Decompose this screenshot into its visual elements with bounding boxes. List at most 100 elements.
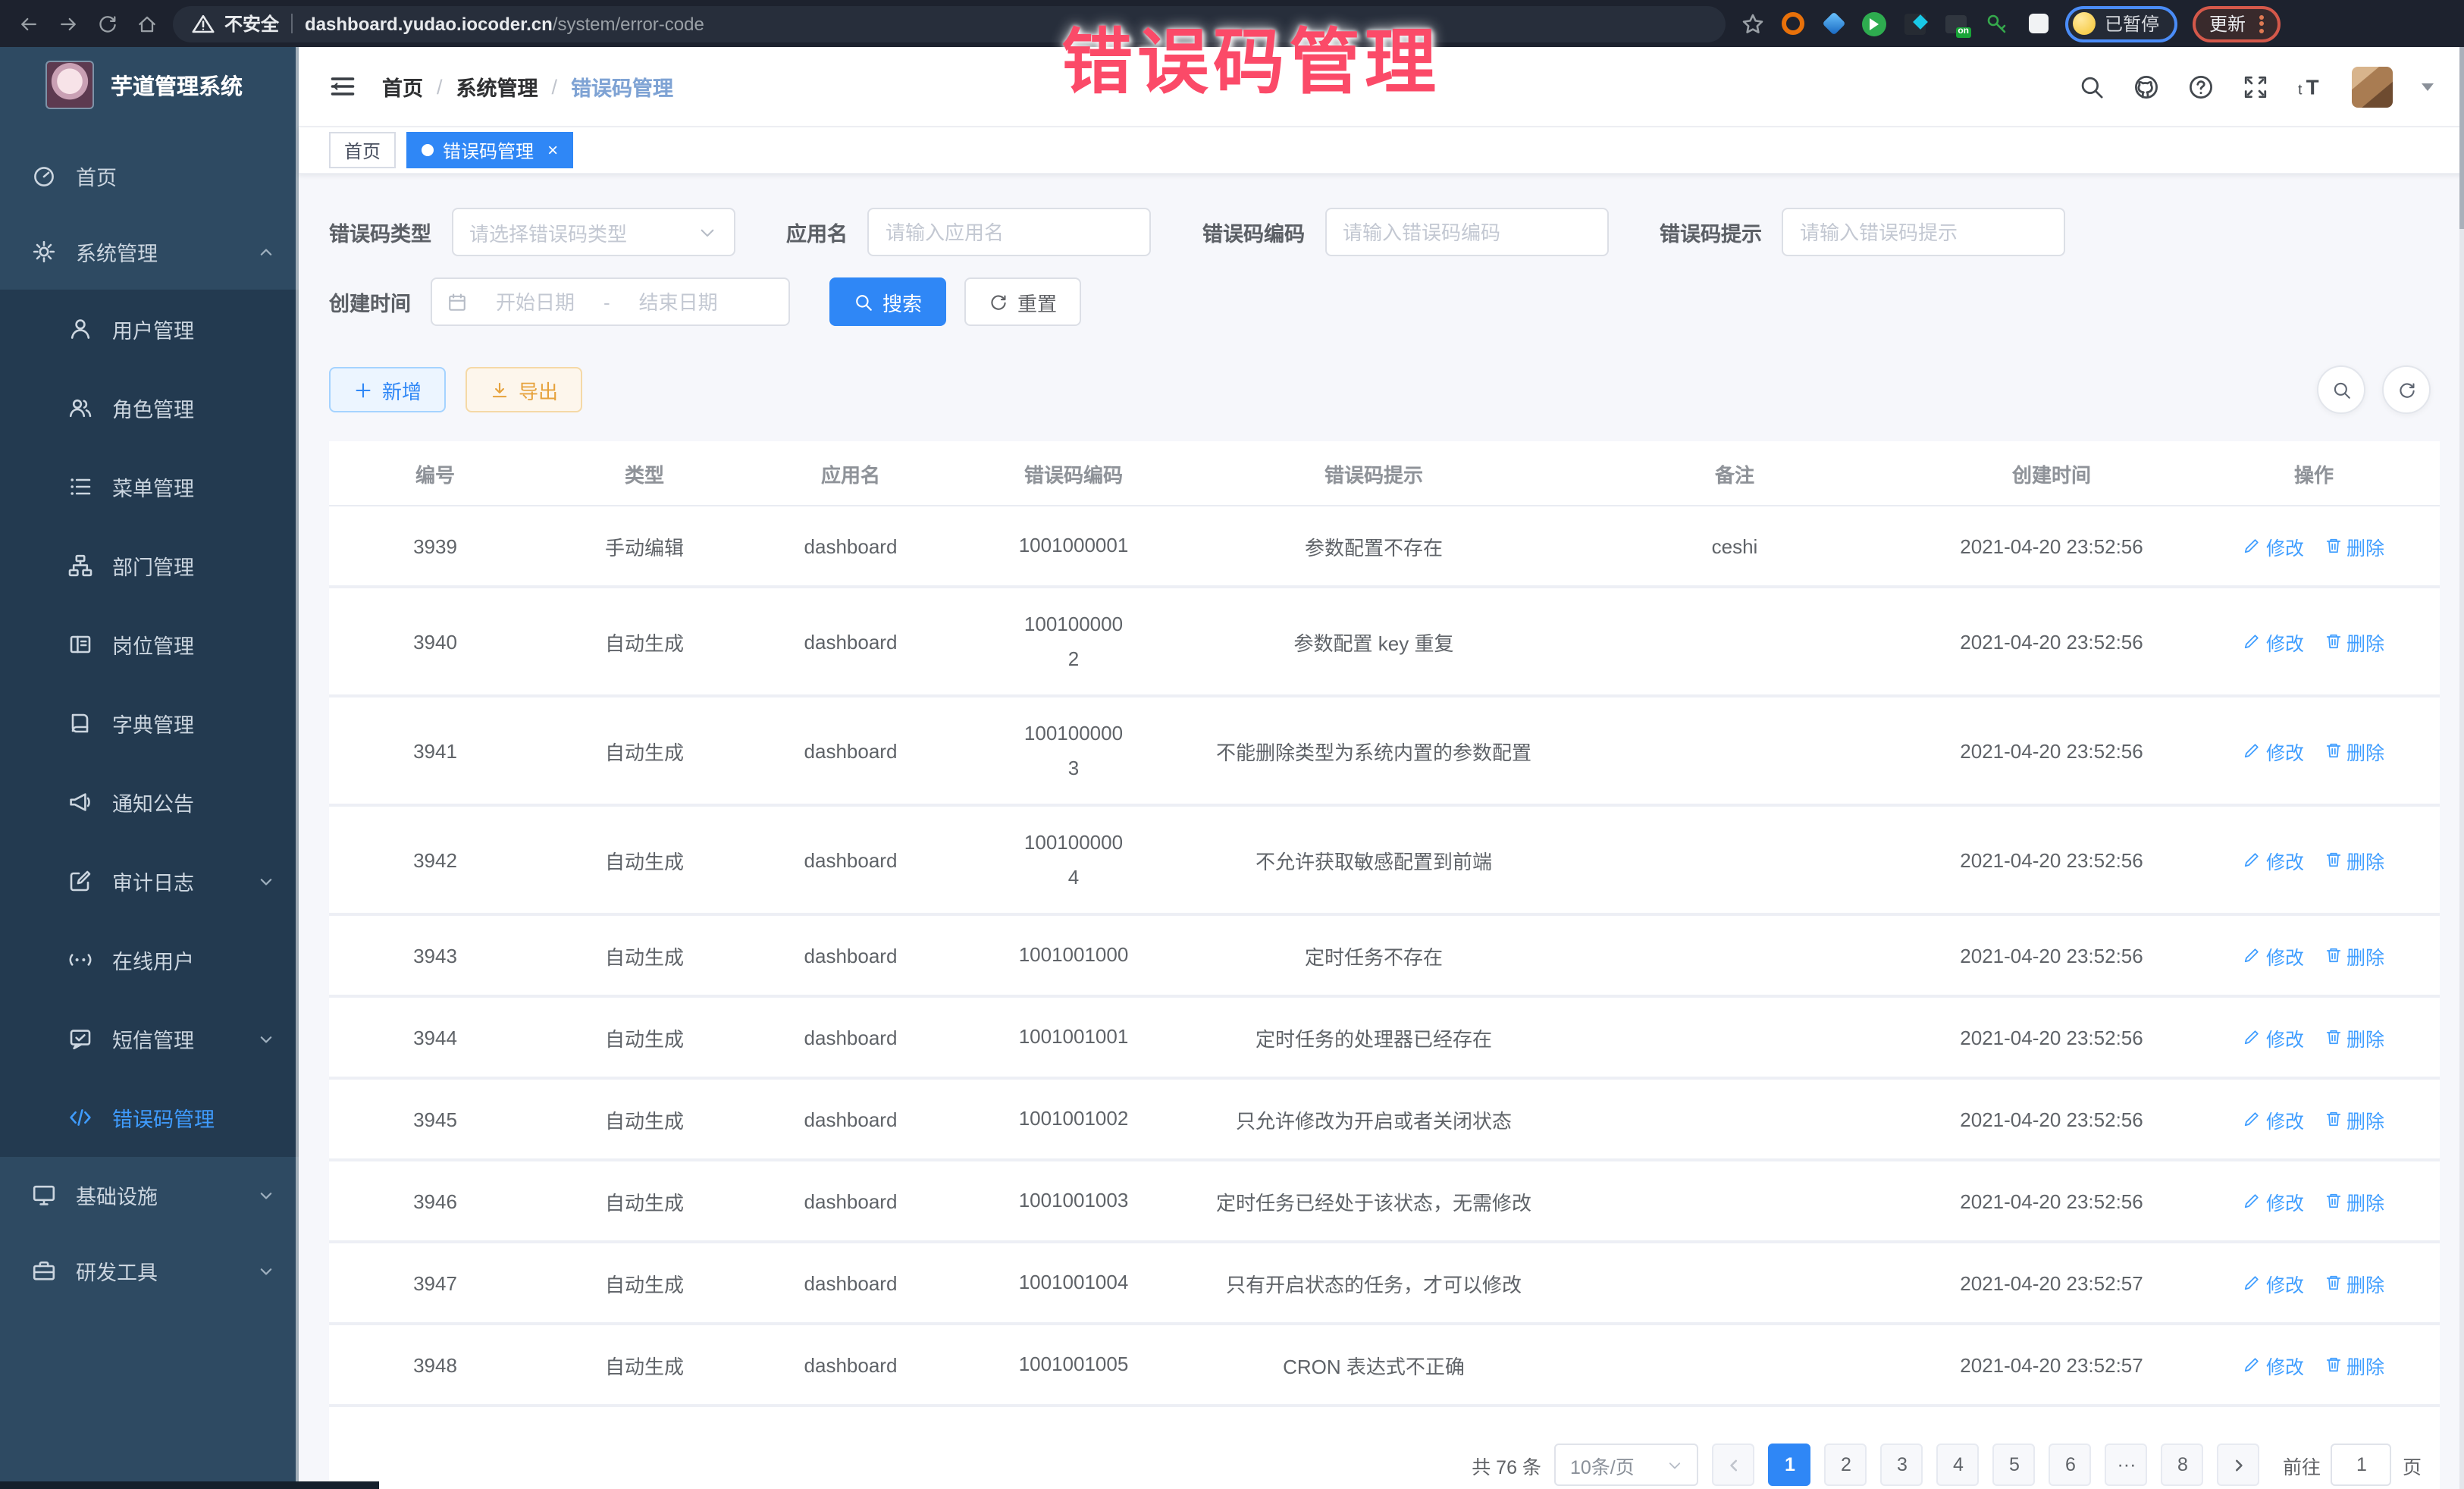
home-icon[interactable]	[136, 13, 158, 34]
sidebar-item-sms[interactable]: 短信管理	[0, 999, 299, 1078]
more-pages-button[interactable]: ···	[2105, 1444, 2148, 1486]
edit-link[interactable]: 修改	[2243, 531, 2304, 560]
error-msg-input[interactable]	[1783, 209, 2064, 255]
security-chip[interactable]: 不安全	[191, 11, 279, 36]
sidebar-item-online-users[interactable]: 在线用户	[0, 920, 299, 999]
sidebar-item-users[interactable]: 用户管理	[0, 290, 299, 368]
error-type-select[interactable]: 请选择错误码类型	[451, 208, 735, 256]
sidebar-item-label: 用户管理	[112, 314, 274, 344]
close-icon[interactable]: ×	[547, 141, 558, 159]
delete-link[interactable]: 删除	[2324, 845, 2384, 874]
add-button[interactable]: 新增	[329, 367, 446, 412]
font-size-icon[interactable]: tT	[2297, 74, 2323, 99]
delete-link[interactable]: 删除	[2324, 1023, 2384, 1052]
error-code-input[interactable]	[1326, 209, 1607, 255]
help-icon[interactable]	[2188, 74, 2214, 99]
breadcrumb-section[interactable]: 系统管理	[456, 71, 538, 102]
search-icon[interactable]	[2079, 74, 2105, 99]
delete-link[interactable]: 删除	[2324, 1350, 2384, 1379]
end-date-input[interactable]	[621, 289, 736, 315]
extension-icon-ring[interactable]	[1780, 11, 1804, 36]
delete-link[interactable]: 删除	[2324, 1268, 2384, 1297]
page-size-select[interactable]: 10条/页	[1555, 1444, 1699, 1486]
page-button-2[interactable]: 2	[1825, 1444, 1867, 1486]
profile-paused-pill[interactable]: 已暂停	[2065, 5, 2177, 42]
delete-link[interactable]: 删除	[2324, 736, 2384, 765]
tag-error-codes[interactable]: 错误码管理 ×	[406, 132, 573, 168]
page-scrollbar[interactable]	[2459, 47, 2464, 1489]
edit-link[interactable]: 修改	[2243, 627, 2304, 656]
app-name-input[interactable]	[869, 209, 1149, 255]
toggle-search-button[interactable]	[2317, 365, 2365, 414]
extension-icon-green[interactable]	[1862, 11, 1886, 36]
sidebar-item-roles[interactable]: 角色管理	[0, 368, 299, 447]
pencil-icon	[2243, 1110, 2262, 1128]
trash-icon	[2324, 537, 2342, 555]
forward-icon[interactable]	[58, 13, 79, 34]
search-button[interactable]: 搜索	[829, 277, 946, 326]
page-button-8[interactable]: 8	[2161, 1444, 2204, 1486]
github-icon[interactable]	[2133, 74, 2159, 99]
bookmark-star-icon[interactable]	[1741, 11, 1765, 36]
date-range-picker[interactable]: -	[431, 277, 790, 326]
sidebar-item-dictionary[interactable]: 字典管理	[0, 684, 299, 763]
trash-icon	[2324, 1028, 2342, 1046]
fullscreen-icon[interactable]	[2243, 74, 2268, 99]
sidebar-item-audit-log[interactable]: 审计日志	[0, 842, 299, 920]
edit-link[interactable]: 修改	[2243, 1350, 2304, 1379]
sidebar-item-home[interactable]: 首页	[0, 138, 299, 214]
browser-update-button[interactable]: 更新	[2193, 5, 2281, 42]
jump-page-input[interactable]	[2331, 1444, 2392, 1486]
refresh-table-button[interactable]	[2382, 365, 2431, 414]
page-button-4[interactable]: 4	[1937, 1444, 1980, 1486]
browser-menu-icon[interactable]	[2259, 14, 2264, 33]
page-button-3[interactable]: 3	[1881, 1444, 1923, 1486]
edit-link[interactable]: 修改	[2243, 1186, 2304, 1215]
address-bar[interactable]: 不安全 dashboard.yudao.iocoder.cn/system/er…	[173, 5, 1726, 42]
delete-link[interactable]: 删除	[2324, 531, 2384, 560]
sidebar-item-dev-tools[interactable]: 研发工具	[0, 1233, 299, 1309]
avatar[interactable]	[2352, 66, 2393, 107]
page-button-6[interactable]: 6	[2049, 1444, 2092, 1486]
extension-icon-squares[interactable]	[1903, 11, 1927, 36]
delete-link[interactable]: 删除	[2324, 941, 2384, 970]
sidebar-item-error-codes[interactable]: 错误码管理	[0, 1078, 299, 1157]
delete-link[interactable]: 删除	[2324, 1105, 2384, 1133]
delete-link[interactable]: 删除	[2324, 1186, 2384, 1215]
reload-icon[interactable]	[97, 13, 118, 34]
delete-link[interactable]: 删除	[2324, 627, 2384, 656]
tag-home[interactable]: 首页	[329, 132, 396, 168]
sidebar-item-notices[interactable]: 通知公告	[0, 763, 299, 842]
sidebar-item-system[interactable]: 系统管理	[0, 214, 299, 290]
collapse-menu-icon[interactable]	[329, 73, 356, 100]
edit-link[interactable]: 修改	[2243, 941, 2304, 970]
next-page-button[interactable]	[2218, 1444, 2260, 1486]
user-icon	[68, 317, 92, 341]
url-text[interactable]: dashboard.yudao.iocoder.cn/system/error-…	[305, 13, 704, 34]
sidebar-item-infrastructure[interactable]: 基础设施	[0, 1157, 299, 1233]
edit-link[interactable]: 修改	[2243, 1268, 2304, 1297]
extension-icon-gem[interactable]	[1821, 11, 1845, 36]
edit-link[interactable]: 修改	[2243, 845, 2304, 874]
edit-link[interactable]: 修改	[2243, 736, 2304, 765]
edit-link[interactable]: 修改	[2243, 1105, 2304, 1133]
caret-down-icon[interactable]	[2422, 83, 2434, 90]
breadcrumb-home[interactable]: 首页	[382, 71, 423, 102]
start-date-input[interactable]	[478, 289, 593, 315]
app-logo-row[interactable]: 芋道管理系统	[0, 47, 299, 123]
sidebar-item-menus[interactable]: 菜单管理	[0, 447, 299, 526]
reset-button[interactable]: 重置	[964, 277, 1081, 326]
prev-page-button[interactable]	[1713, 1444, 1755, 1486]
edit-link[interactable]: 修改	[2243, 1023, 2304, 1052]
extension-icon-on-badge[interactable]: on	[1944, 11, 1968, 36]
sidebar-item-positions[interactable]: 岗位管理	[0, 605, 299, 684]
breadcrumb-separator: /	[552, 75, 558, 98]
sidebar-item-departments[interactable]: 部门管理	[0, 526, 299, 605]
extension-icon-key[interactable]	[1985, 11, 2009, 36]
sidebar-item-label: 岗位管理	[112, 629, 274, 660]
back-icon[interactable]	[18, 13, 39, 34]
page-button-5[interactable]: 5	[1993, 1444, 2036, 1486]
extension-icon-puzzle[interactable]	[2026, 11, 2050, 36]
export-button[interactable]: 导出	[466, 367, 582, 412]
page-button-1[interactable]: 1	[1769, 1444, 1811, 1486]
